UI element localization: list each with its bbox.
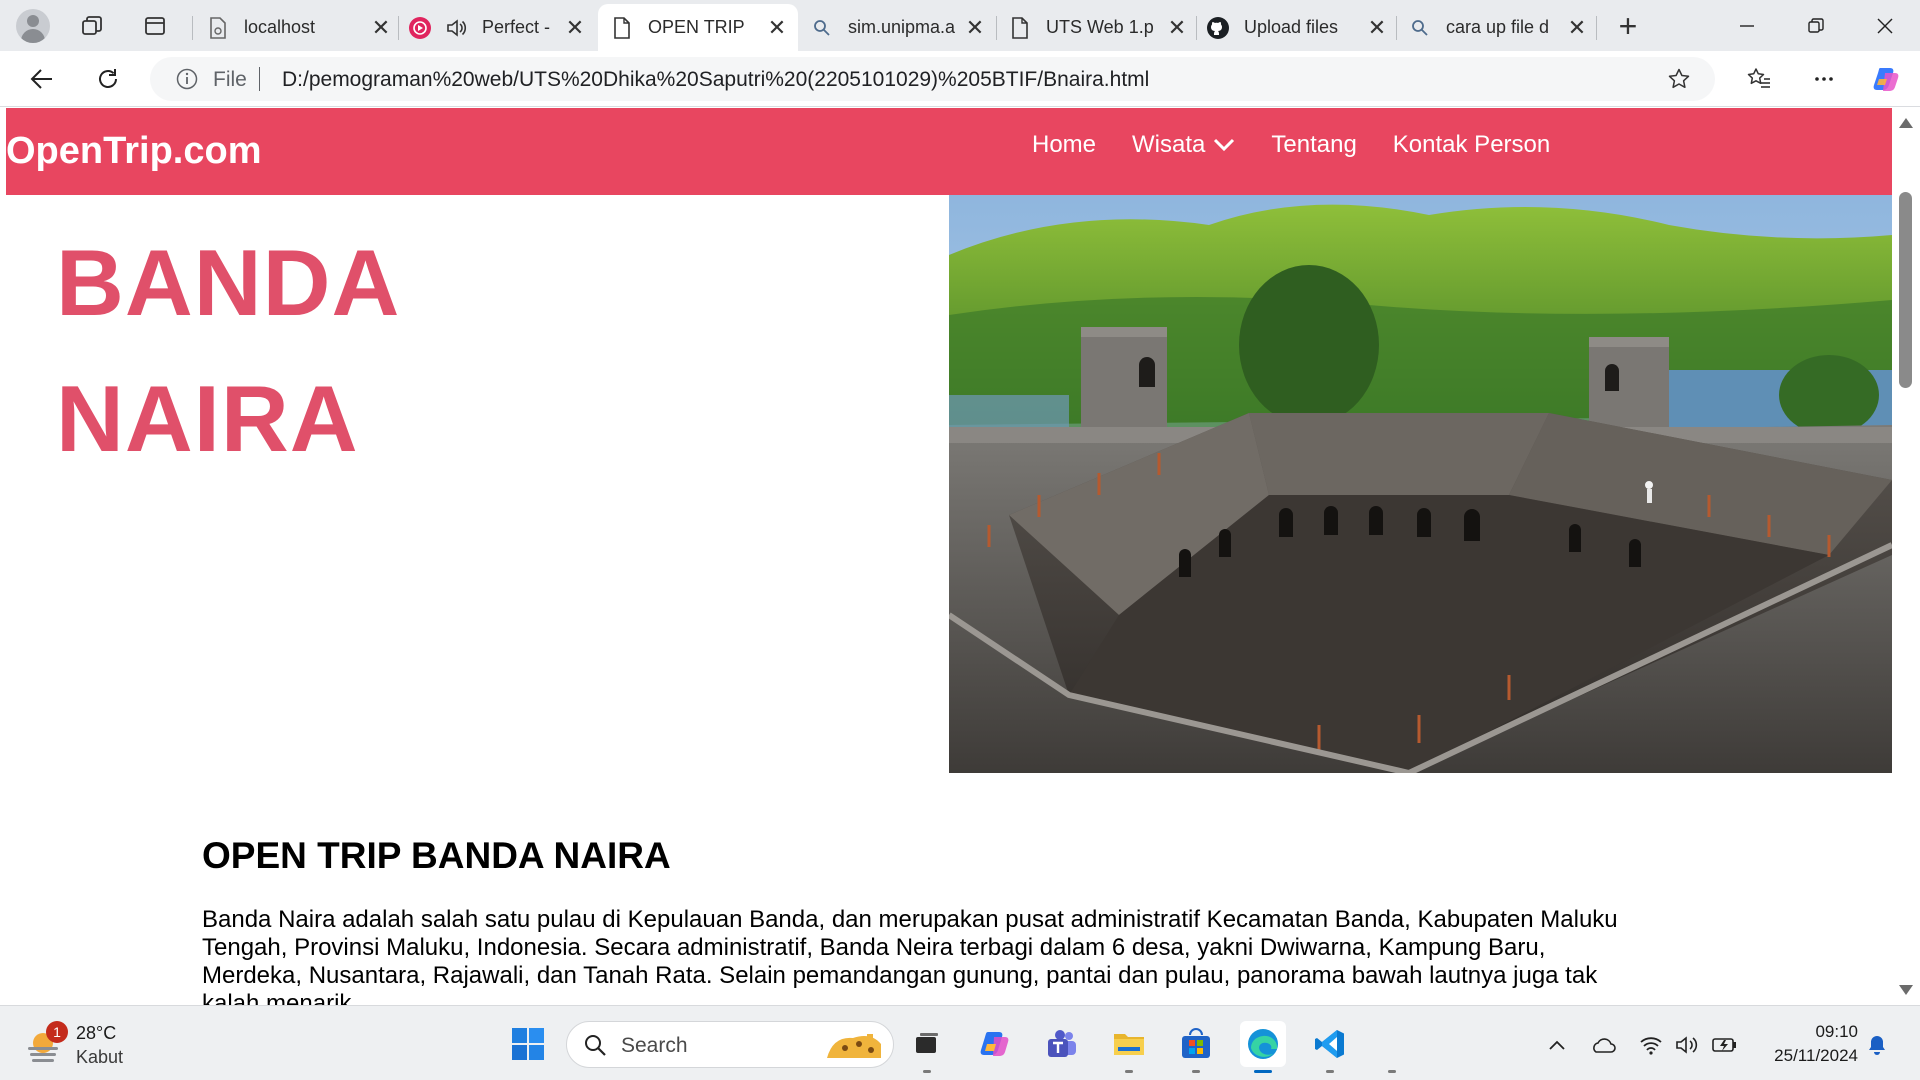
copilot-app-icon[interactable]	[972, 1021, 1018, 1067]
browser-tab-strip: localhost ✕ Perfect - ✕ OPEN TRIP ✕ sim.…	[0, 0, 1920, 51]
windows-taskbar: 1 28°C Kabut Search 09:10 25/11/2024	[0, 1005, 1920, 1080]
favorites-icon[interactable]	[1741, 61, 1777, 97]
hero-line-1: BANDA	[56, 230, 401, 335]
notification-badge: 1	[46, 1021, 68, 1043]
close-icon[interactable]: ✕	[1366, 16, 1388, 39]
tab-label: UTS Web 1.p	[1046, 17, 1154, 37]
section-heading: OPEN TRIP BANDA NAIRA	[202, 835, 671, 876]
nav-home[interactable]: Home	[1032, 131, 1096, 159]
favorite-star-icon[interactable]	[1667, 67, 1691, 91]
music-red-icon	[408, 16, 432, 40]
site-navbar: OpenTrip.com Home Wisata Tentang Kontak …	[6, 108, 1892, 195]
browser-toolbar: File D:/pemograman%20web/UTS%20Dhika%20S…	[0, 51, 1920, 107]
site-brand[interactable]: OpenTrip.com	[6, 130, 261, 173]
speaker-icon[interactable]	[444, 16, 468, 40]
volume-icon[interactable]	[1674, 1032, 1700, 1058]
search-icon	[1408, 16, 1432, 40]
more-options-icon[interactable]	[1806, 61, 1842, 97]
weather-condition: Kabut	[76, 1047, 124, 1067]
url-text[interactable]: D:/pemograman%20web/UTS%20Dhika%20Saputr…	[282, 68, 1149, 92]
tab-label: Perfect -	[482, 17, 551, 37]
close-icon[interactable]: ✕	[964, 16, 986, 39]
address-bar[interactable]: File D:/pemograman%20web/UTS%20Dhika%20S…	[150, 57, 1715, 101]
vscode-icon[interactable]	[1307, 1021, 1353, 1073]
info-icon[interactable]	[176, 68, 198, 90]
taskbar-search[interactable]: Search	[566, 1021, 894, 1068]
close-icon[interactable]: ✕	[1166, 16, 1188, 39]
search-icon	[585, 1035, 606, 1056]
chevron-down-icon	[1214, 138, 1235, 152]
battery-charging-icon[interactable]	[1712, 1032, 1738, 1058]
page-icon	[1008, 16, 1032, 40]
onedrive-cloud-icon[interactable]	[1590, 1032, 1616, 1058]
tab-cara-up-file[interactable]: cara up file d ✕	[1408, 4, 1588, 51]
tab-actions-icon[interactable]	[139, 10, 171, 42]
close-icon[interactable]: ✕	[766, 16, 788, 39]
search-highlight-icon	[827, 1034, 881, 1058]
tab-label: Upload files	[1244, 17, 1339, 37]
scroll-up-arrow-icon[interactable]	[1899, 118, 1913, 128]
hero-title: BANDA NAIRA	[56, 215, 400, 487]
hero-line-2: NAIRA	[56, 366, 359, 471]
workspaces-icon[interactable]	[76, 10, 108, 42]
clock-time: 09:10	[1815, 1022, 1858, 1041]
back-arrow-icon[interactable]	[24, 61, 60, 97]
hero-image-fort	[949, 195, 1892, 773]
scroll-thumb[interactable]	[1899, 192, 1912, 388]
tab-uts-web[interactable]: UTS Web 1.p ✕	[1008, 4, 1188, 51]
system-clock[interactable]: 09:10 25/11/2024	[1758, 1020, 1858, 1068]
nav-kontak[interactable]: Kontak Person	[1393, 131, 1550, 159]
close-icon[interactable]: ✕	[370, 16, 392, 39]
refresh-icon[interactable]	[90, 61, 126, 97]
tab-open-trip[interactable]: OPEN TRIP ✕	[598, 4, 798, 51]
page-scrollbar[interactable]	[1892, 108, 1920, 1005]
microsoft-store-icon[interactable]	[1173, 1021, 1219, 1073]
search-icon	[810, 16, 834, 40]
wifi-icon[interactable]	[1638, 1032, 1664, 1058]
nav-tentang[interactable]: Tentang	[1271, 131, 1356, 159]
minimize-icon[interactable]	[1724, 8, 1770, 44]
tab-localhost[interactable]: localhost ✕	[206, 4, 392, 51]
github-icon	[1206, 16, 1230, 40]
teams-icon[interactable]	[1039, 1021, 1085, 1067]
new-tab-button[interactable]: +	[1612, 8, 1644, 44]
task-view-icon[interactable]	[904, 1021, 950, 1073]
close-icon[interactable]: ✕	[1566, 16, 1588, 39]
search-placeholder: Search	[621, 1034, 688, 1057]
show-hidden-icons-chevron-icon[interactable]	[1544, 1032, 1570, 1058]
tab-sim-unipma[interactable]: sim.unipma.a ✕	[810, 4, 986, 51]
broken-page-icon	[206, 16, 230, 40]
scheme-label: File	[213, 68, 247, 91]
nav-wisata[interactable]: Wisata	[1132, 131, 1235, 159]
edge-browser-icon[interactable]	[1240, 1021, 1286, 1073]
page-viewport: OpenTrip.com Home Wisata Tentang Kontak …	[6, 108, 1892, 1005]
tab-label: localhost	[244, 17, 316, 37]
page-icon	[610, 16, 634, 40]
weather-temp: 28°C	[76, 1023, 117, 1043]
start-button[interactable]	[505, 1021, 551, 1067]
weather-widget[interactable]: 1 28°C Kabut	[26, 1021, 166, 1067]
file-explorer-icon[interactable]	[1106, 1021, 1152, 1073]
notification-bell-icon[interactable]	[1866, 1034, 1888, 1056]
tab-perfect[interactable]: Perfect - ✕	[408, 4, 586, 51]
restore-icon[interactable]	[1793, 8, 1839, 44]
clock-date: 25/11/2024	[1774, 1046, 1858, 1065]
close-icon[interactable]: ✕	[564, 16, 586, 39]
tab-upload-files[interactable]: Upload files ✕	[1206, 4, 1388, 51]
nav-links: Home Wisata Tentang Kontak Person	[1032, 131, 1586, 159]
copilot-icon[interactable]	[1868, 61, 1904, 97]
tab-label: OPEN TRIP	[648, 17, 745, 37]
profile-avatar[interactable]	[16, 9, 50, 43]
section-body: Banda Naira adalah salah satu pulau di K…	[202, 906, 1618, 1005]
hidden-app-indicator[interactable]	[1372, 1021, 1412, 1073]
window-close-icon[interactable]	[1862, 8, 1908, 44]
scroll-down-arrow-icon[interactable]	[1899, 985, 1913, 995]
tab-label: sim.unipma.a	[848, 17, 956, 37]
tab-label: cara up file d	[1446, 17, 1550, 37]
